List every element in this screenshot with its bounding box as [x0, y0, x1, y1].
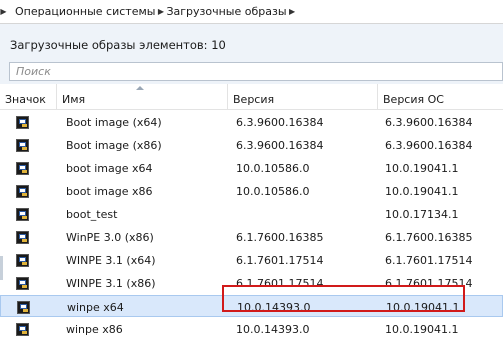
breadcrumb-separator-icon[interactable]: ▶	[0, 0, 7, 24]
column-headers: Значок Имя Версия Версия ОС	[0, 84, 503, 110]
breadcrumb-separator-icon[interactable]: ▶	[157, 0, 164, 24]
row-version: 6.3.9600.16384	[236, 115, 324, 129]
breadcrumb-item-operating-systems[interactable]: Операционные системы	[7, 0, 157, 24]
column-header-icon[interactable]: Значок	[0, 84, 57, 110]
row-os-version: 10.0.17134.1	[385, 207, 459, 221]
list-header-bar: Загрузочные образы элементов: 10	[0, 24, 503, 60]
table-row[interactable]: WinPE 3.0 (x86) 6.1.7600.16385 6.1.7600.16…	[0, 226, 503, 248]
row-version: 6.1.7601.17514	[236, 253, 324, 267]
boot-image-icon-cell	[16, 226, 32, 248]
search-placeholder: Поиск	[16, 65, 51, 78]
row-os-version: 10.0.19041.1	[385, 184, 459, 198]
row-os-version: 6.3.9600.16384	[385, 115, 473, 129]
boot-image-icon-cell	[16, 134, 32, 156]
column-header-os-version[interactable]: Версия ОС	[378, 84, 503, 110]
table-row[interactable]: Boot image (x86) 6.3.9600.16384 6.3.9600.1…	[0, 134, 503, 156]
column-header-version[interactable]: Версия	[228, 84, 378, 110]
row-os-version: 6.1.7600.16385	[385, 230, 473, 244]
boot-image-icon-cell	[16, 272, 32, 294]
boot-image-icon-cell	[17, 296, 33, 318]
table-row[interactable]: boot image x64 10.0.10586.0 10.0.19041.1	[0, 157, 503, 179]
boot-image-icon	[16, 253, 29, 267]
row-version: 6.3.9600.16384	[236, 138, 324, 152]
search-input[interactable]: Поиск	[9, 62, 503, 81]
row-name: Boot image (x86)	[66, 138, 162, 152]
boot-image-icon-cell	[16, 111, 32, 133]
sort-ascending-icon	[136, 86, 144, 90]
boot-image-icon	[16, 184, 29, 198]
table-row[interactable]: WINPE 3.1 (x86) 6.1.7601.17514 6.1.7601.17…	[0, 272, 503, 294]
row-os-version: 6.1.7601.17514	[385, 276, 473, 290]
boot-image-icon	[16, 276, 29, 290]
boot-image-icon	[16, 115, 29, 129]
row-name: WinPE 3.0 (x86)	[66, 230, 154, 244]
row-name: winpe x86	[66, 322, 123, 336]
row-version: 10.0.10586.0	[236, 184, 310, 198]
row-os-version: 6.3.9600.16384	[385, 138, 473, 152]
item-count-title: Загрузочные образы элементов: 10	[10, 38, 226, 52]
row-version: 10.0.10586.0	[236, 161, 310, 175]
table-row[interactable]: Boot image (x64) 6.3.9600.16384 6.3.9600.1…	[0, 111, 503, 133]
row-name: WINPE 3.1 (x64)	[66, 253, 156, 267]
breadcrumb-separator-icon[interactable]: ▶	[289, 0, 296, 24]
boot-image-icon	[16, 322, 29, 336]
boot-image-icon-cell	[16, 249, 32, 271]
breadcrumb-item-boot-images[interactable]: Загрузочные образы	[164, 0, 288, 24]
boot-image-icon	[16, 138, 29, 152]
table-row[interactable]: WINPE 3.1 (x64) 6.1.7601.17514 6.1.7601.17…	[0, 249, 503, 271]
row-os-version: 6.1.7601.17514	[385, 253, 473, 267]
row-os-version: 10.0.19041.1	[386, 300, 460, 314]
pane-splitter[interactable]	[0, 256, 3, 280]
row-name: WINPE 3.1 (x86)	[66, 276, 156, 290]
table-row[interactable]: boot_test 10.0.17134.1	[0, 203, 503, 225]
boot-image-icon	[16, 207, 29, 221]
boot-image-icon-cell	[16, 180, 32, 202]
boot-image-icon-cell	[16, 157, 32, 179]
breadcrumb: ▶ Операционные системы ▶ Загрузочные обр…	[0, 0, 503, 24]
row-version: 6.1.7601.17514	[236, 276, 324, 290]
row-name: Boot image (x64)	[66, 115, 162, 129]
row-version: 10.0.14393.0	[237, 300, 311, 314]
boot-image-icon	[16, 161, 29, 175]
boot-images-list: Значок Имя Версия Версия ОС Boot image (…	[0, 84, 503, 336]
boot-image-icon	[16, 230, 29, 244]
search-area: Поиск	[0, 60, 503, 84]
boot-image-icon-cell	[16, 203, 32, 225]
table-row[interactable]: winpe x64 10.0.14393.0 10.0.19041.1	[0, 295, 503, 317]
row-version: 10.0.14393.0	[236, 322, 310, 336]
boot-image-icon-cell	[16, 318, 32, 340]
row-name: boot image x86	[66, 184, 153, 198]
row-name: boot_test	[66, 207, 118, 221]
table-row[interactable]: winpe x86 10.0.14393.0 10.0.19041.1	[0, 318, 503, 340]
column-header-name-label: Имя	[62, 93, 86, 106]
row-os-version: 10.0.19041.1	[385, 322, 459, 336]
row-name: winpe x64	[67, 300, 124, 314]
row-name: boot image x64	[66, 161, 153, 175]
row-version: 6.1.7600.16385	[236, 230, 324, 244]
boot-image-icon	[17, 300, 30, 314]
row-os-version: 10.0.19041.1	[385, 161, 459, 175]
table-row[interactable]: boot image x86 10.0.10586.0 10.0.19041.1	[0, 180, 503, 202]
